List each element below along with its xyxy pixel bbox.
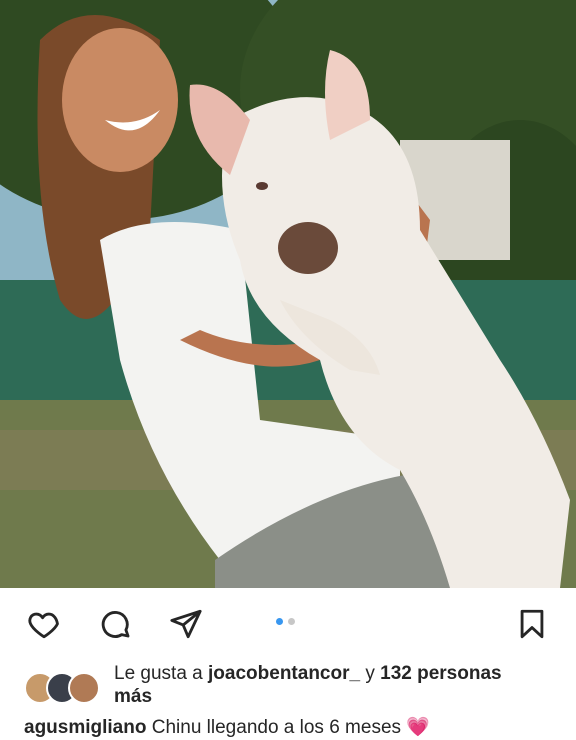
caption-text: Chinu llegando a los 6 meses — [151, 717, 402, 738]
post-image — [0, 0, 576, 588]
likes-text: Le gusta a joacobentancor_ y 132 persona… — [114, 662, 564, 708]
carousel-indicator — [276, 618, 295, 625]
carousel-dot-active — [276, 618, 283, 625]
comment-bubble-icon — [99, 607, 133, 646]
likes-prefix: Le gusta a — [114, 663, 203, 684]
liker-avatars[interactable] — [24, 672, 104, 704]
liker-username[interactable]: joacobentancor_ — [208, 663, 360, 684]
heart-emoji: 💗 — [406, 716, 430, 738]
avatar — [68, 672, 100, 704]
heart-outline-icon — [27, 607, 61, 646]
post-photo[interactable] — [0, 0, 576, 588]
share-button[interactable] — [166, 606, 206, 646]
comment-button[interactable] — [96, 606, 136, 646]
paper-plane-icon — [169, 607, 203, 646]
post-action-bar — [0, 588, 576, 660]
carousel-dot — [288, 618, 295, 625]
likes-connector: y — [365, 663, 375, 684]
save-button[interactable] — [512, 606, 552, 646]
likes-summary: Le gusta a joacobentancor_ y 132 persona… — [24, 662, 564, 708]
caption-username[interactable]: agusmigliano — [24, 717, 146, 738]
likes-count[interactable]: 132 personas — [380, 663, 501, 684]
post-caption: agusmigliano Chinu llegando a los 6 mese… — [24, 715, 430, 740]
like-button[interactable] — [24, 606, 64, 646]
likes-suffix[interactable]: más — [114, 686, 152, 707]
bookmark-icon — [515, 607, 549, 646]
